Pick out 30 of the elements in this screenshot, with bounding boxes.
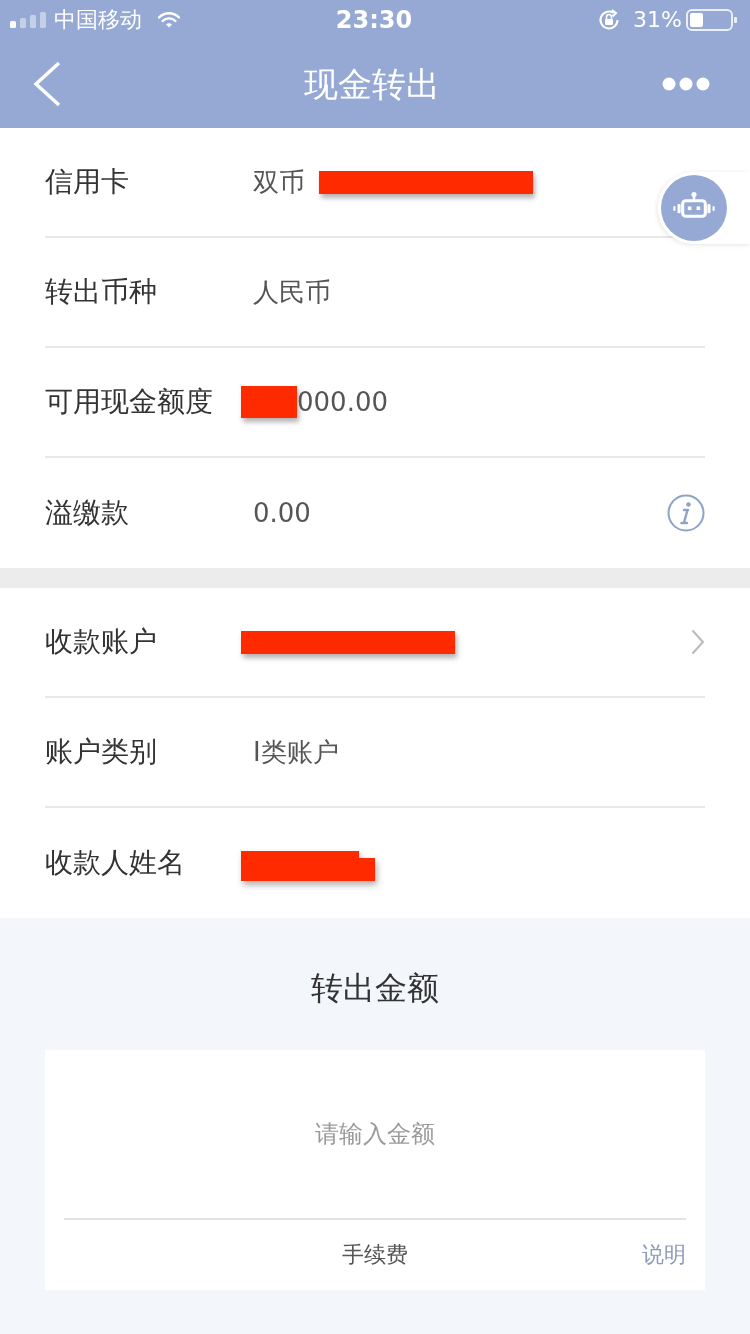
redaction-block	[241, 386, 297, 418]
assistant-button[interactable]	[658, 172, 750, 244]
fee-label: 手续费	[342, 1241, 408, 1269]
field-value: I类账户	[253, 736, 339, 769]
field-label: 信用卡	[45, 164, 130, 200]
robot-icon	[661, 175, 727, 241]
wifi-icon	[158, 12, 180, 28]
field-label: 账户类别	[45, 734, 158, 770]
info-icon[interactable]	[667, 494, 705, 532]
field-value: 人民币	[253, 276, 331, 309]
field-label: 转出币种	[45, 274, 158, 310]
carrier-name: 中国移动	[54, 7, 142, 33]
field-label: 收款账户	[45, 624, 158, 660]
amount-title: 转出金额	[311, 968, 439, 1008]
signal-icon	[10, 12, 48, 28]
battery-percent: 31%	[633, 7, 682, 33]
amount-input[interactable]: 请输入金额	[45, 1050, 705, 1218]
field-label: 收款人姓名	[45, 845, 186, 881]
fee-info-link[interactable]: 说明	[642, 1240, 686, 1270]
field-label: 可用现金额度	[45, 384, 214, 420]
status-time: 23:30	[335, 6, 413, 34]
battery-icon	[686, 8, 738, 32]
chevron-right-icon[interactable]	[691, 629, 705, 655]
field-value: 双币	[253, 166, 305, 199]
back-icon[interactable]	[33, 61, 61, 107]
field-value: 0.00	[253, 497, 311, 530]
field-value: 000.00	[297, 386, 388, 419]
page-title: 现金转出	[303, 63, 440, 106]
field-label: 溢缴款	[45, 495, 130, 531]
more-icon[interactable]	[662, 77, 710, 91]
